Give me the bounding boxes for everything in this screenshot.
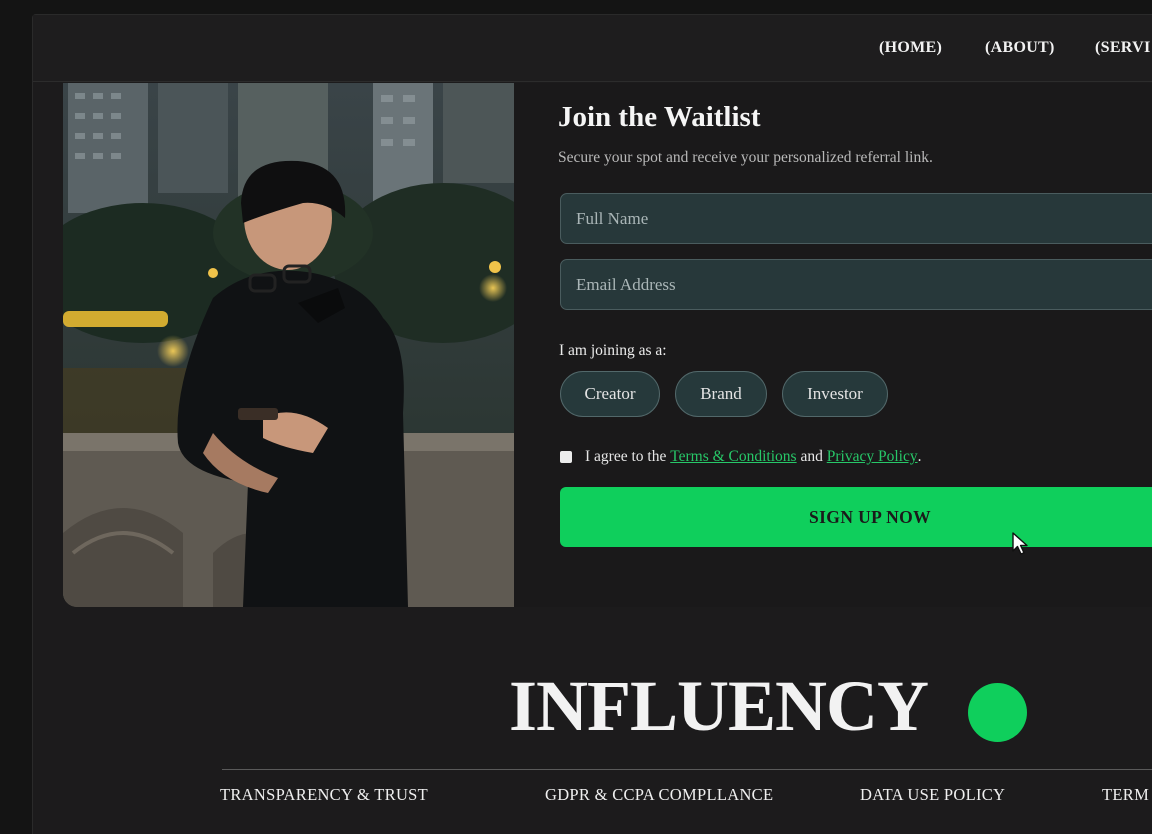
top-navbar: (HOME) (ABOUT) (SERVI (33, 15, 1152, 82)
email-input[interactable] (560, 259, 1152, 310)
agree-suffix: . (917, 448, 922, 465)
brand-dot-icon (968, 683, 1027, 742)
agree-prefix: I agree to the (585, 448, 671, 465)
role-investor-button[interactable]: Investor (782, 371, 888, 417)
nav-about[interactable]: (ABOUT) (985, 39, 1055, 57)
agree-checkbox[interactable] (560, 451, 572, 463)
nav-services[interactable]: (SERVI (1095, 39, 1150, 57)
footer-link-data-use[interactable]: DATA USE POLICY (860, 785, 1005, 805)
person-with-phone-photo (63, 83, 514, 607)
brand-logo-text: INFLUENCY (509, 666, 929, 746)
footer-link-transparency[interactable]: TRANSPARENCY & TRUST (220, 785, 428, 805)
role-creator-button[interactable]: Creator (560, 371, 660, 417)
waitlist-card: Join the Waitlist Secure your spot and r… (63, 83, 1152, 607)
privacy-link[interactable]: Privacy Policy (827, 448, 918, 466)
role-brand-button[interactable]: Brand (675, 371, 767, 417)
footer-link-terms[interactable]: TERM (1102, 785, 1149, 805)
footer-divider (222, 769, 1152, 770)
pointer-cursor-icon (1012, 532, 1028, 555)
sign-up-button[interactable]: SIGN UP NOW (560, 487, 1152, 547)
terms-link[interactable]: Terms & Conditions (670, 448, 796, 466)
hero-photo (63, 83, 514, 607)
full-name-input[interactable] (560, 193, 1152, 244)
agree-row: I agree to the Terms & Conditions and Pr… (560, 448, 921, 466)
form-subtitle: Secure your spot and receive your person… (558, 149, 933, 166)
agree-middle: and (796, 448, 827, 465)
waitlist-form: Join the Waitlist Secure your spot and r… (514, 83, 1152, 607)
nav-home[interactable]: (HOME) (879, 39, 942, 57)
footer-link-gdpr[interactable]: GDPR & CCPA COMPLLANCE (545, 785, 773, 805)
form-title: Join the Waitlist (558, 101, 761, 133)
role-label: I am joining as a: (559, 342, 667, 359)
